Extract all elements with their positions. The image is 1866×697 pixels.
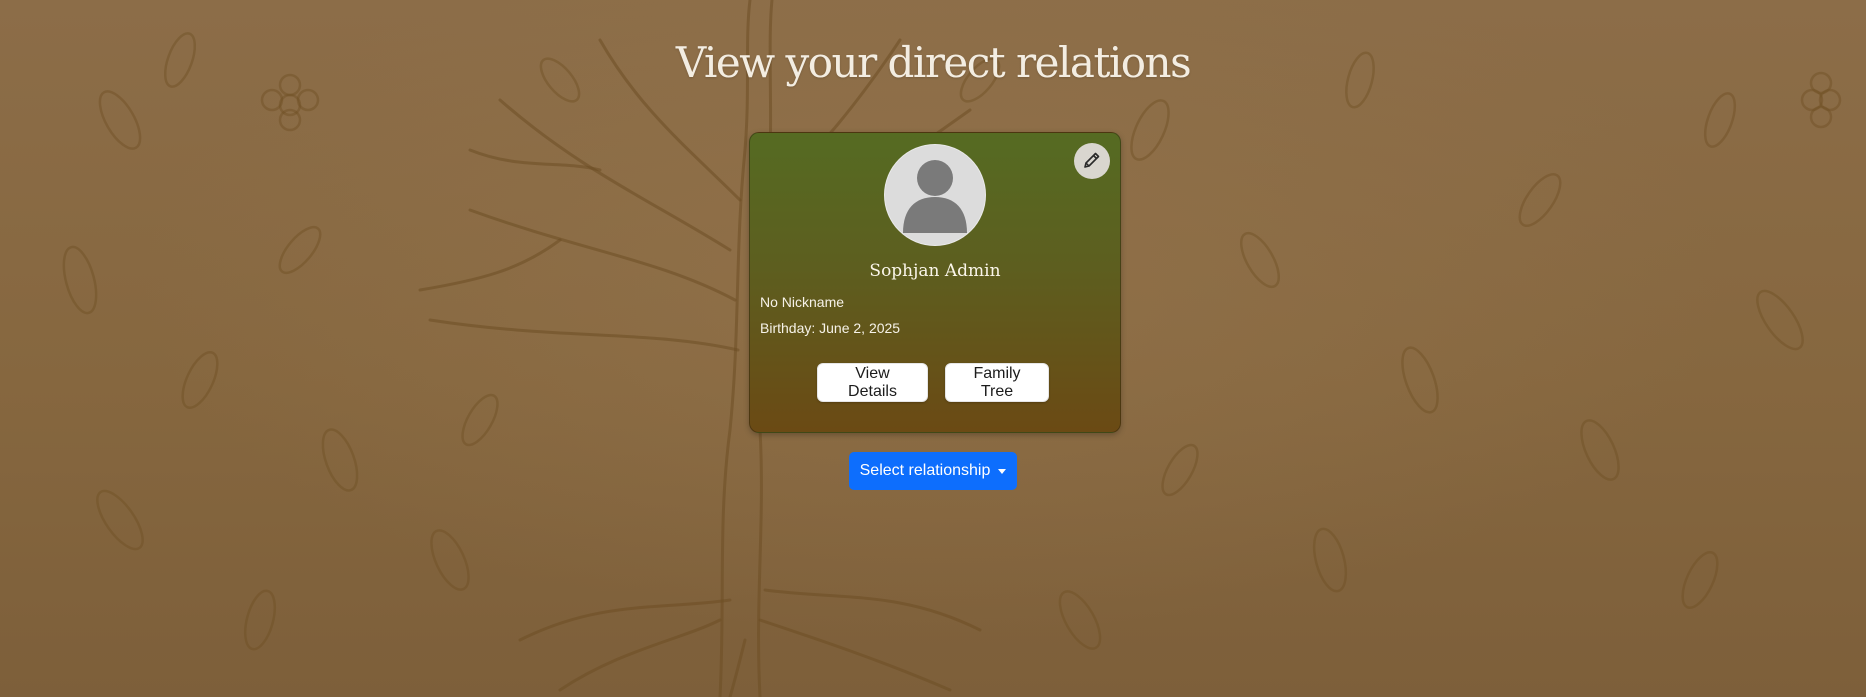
select-relationship-dropdown[interactable]: Select relationship [849,452,1017,490]
birthday-text: Birthday: June 2, 2025 [760,320,901,336]
pencil-icon [1082,150,1102,173]
person-name: Sophjan Admin [869,261,1001,281]
edit-button[interactable] [1074,143,1110,179]
select-relationship-label: Select relationship [859,462,991,479]
avatar [884,144,986,246]
page-title: View your direct relations [675,38,1192,87]
family-tree-button[interactable]: Family Tree [945,363,1049,402]
nickname-text: No Nickname [760,294,845,310]
view-details-button[interactable]: View Details [817,363,928,402]
person-card: Sophjan Admin No Nickname Birthday: June… [749,132,1121,433]
caret-down-icon [998,469,1007,474]
person-icon [885,160,985,245]
